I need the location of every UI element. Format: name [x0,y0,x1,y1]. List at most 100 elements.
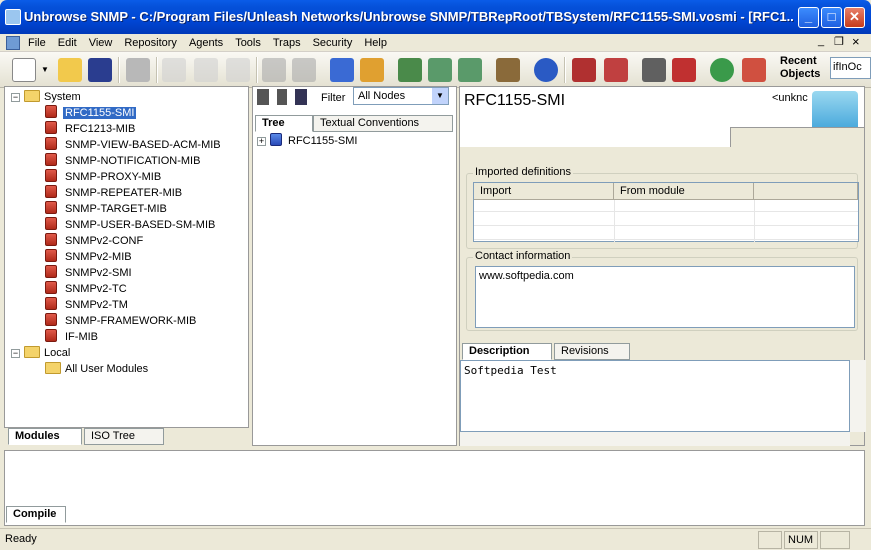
mib-icon [45,185,57,198]
toolbar: ▼ [0,52,871,88]
menu-file[interactable]: File [22,34,52,52]
document-icon[interactable] [6,36,20,50]
mib-icon [45,281,57,294]
tree-node-module[interactable]: SNMP-FRAMEWORK-MIB [45,313,198,329]
mib-icon [45,233,57,246]
tree-node-module[interactable]: RFC1155-SMI [45,105,137,121]
filter-icon[interactable] [295,89,307,105]
tab-description[interactable]: Description [462,343,552,360]
module-title: RFC1155-SMI [464,92,566,109]
tab-iso-tree[interactable]: ISO Tree [84,428,164,445]
tree-node-module[interactable]: SNMP-USER-BASED-SM-MIB [45,217,217,233]
tree-node-module[interactable]: SNMP-REPEATER-MIB [45,185,184,201]
tree-node-module[interactable]: SNMPv2-TC [45,281,129,297]
tree-node-module[interactable]: RFC1213-MIB [45,121,137,137]
mib-icon [45,121,57,134]
minimize-button[interactable]: _ [798,7,819,28]
menu-view[interactable]: View [83,34,119,52]
undo-icon[interactable] [262,58,286,82]
module-icon[interactable] [330,58,354,82]
contact-information-field[interactable]: www.softpedia.com [475,266,855,328]
print-icon[interactable] [126,58,150,82]
mdi-restore-button[interactable]: ❐ [834,35,844,48]
app-icon[interactable] [5,9,21,25]
cut-icon[interactable] [162,58,186,82]
mdi-close-button[interactable]: × [852,34,860,49]
folder-icon [45,362,61,374]
help-icon[interactable] [534,58,558,82]
tree-node-module[interactable]: SNMP-TARGET-MIB [45,201,169,217]
record-icon[interactable] [642,58,666,82]
mib-icon [45,329,57,342]
tree-node-module[interactable]: SNMP-VIEW-BASED-ACM-MIB [45,137,223,153]
tree-node-system[interactable]: − System [11,89,81,105]
tree-node-module[interactable]: SNMP-NOTIFICATION-MIB [45,153,202,169]
menu-traps[interactable]: Traps [267,34,307,52]
menu-repository[interactable]: Repository [118,34,183,52]
monitor-alert-icon[interactable] [572,58,596,82]
compile-icon[interactable] [360,58,384,82]
tree-node-module[interactable]: SNMP-PROXY-MIB [45,169,163,185]
network-search-icon[interactable] [458,58,482,82]
contact-information-group: Contact information www.softpedia.com [466,250,858,331]
tab-modules[interactable]: Modules [8,428,82,445]
column-from-module[interactable]: From module [614,183,754,200]
open-folder-icon[interactable] [58,58,82,82]
menu-security[interactable]: Security [307,34,359,52]
security-icon[interactable] [742,58,766,82]
new-file-icon[interactable] [12,58,36,82]
maximize-button[interactable]: □ [821,7,842,28]
redo-icon[interactable] [292,58,316,82]
flat-view-icon[interactable] [277,89,287,105]
user-icon[interactable] [710,58,734,82]
tree-node-module[interactable]: IF-MIB [45,329,100,345]
description-field[interactable]: Softpedia Test [460,360,850,432]
filter-select[interactable]: All Nodes ▼ [353,87,449,105]
hammer-icon[interactable] [496,58,520,82]
tree-view-icon[interactable] [257,89,269,105]
recent-objects-input[interactable]: ifInOc [830,57,871,79]
status-bar: Ready NUM [0,528,871,550]
tree-node-module[interactable]: SNMPv2-CONF [45,233,145,249]
tree-node-local[interactable]: − Local [11,345,70,361]
collapse-icon[interactable]: − [11,93,20,102]
tab-compile[interactable]: Compile [6,506,66,523]
new-dropdown-icon[interactable]: ▼ [40,58,50,82]
tab-revisions[interactable]: Revisions [554,343,630,360]
save-icon[interactable] [88,58,112,82]
chevron-down-icon[interactable]: ▼ [432,88,448,104]
tree-node-rfc1155-smi[interactable]: + RFC1155-SMI [257,133,357,149]
mib-icon [45,105,57,118]
menu-help[interactable]: Help [358,34,393,52]
middle-tab-strip: Tree Textual Conventions [253,115,456,133]
expand-icon[interactable]: + [257,137,266,146]
mib-icon [45,137,57,150]
tab-tree[interactable]: Tree [255,115,313,132]
trap-icon[interactable] [604,58,628,82]
menu-agents[interactable]: Agents [183,34,229,52]
description-hscrollbar[interactable] [460,432,850,446]
module-detail-panel: RFC1155-SMI <unknc Imported definitions … [459,86,866,446]
imported-definitions-table[interactable]: Import From module [473,182,859,242]
imported-definitions-group: Imported definitions Import From module [466,166,859,249]
menu-tools[interactable]: Tools [229,34,267,52]
mib-icon [45,153,57,166]
menu-edit[interactable]: Edit [52,34,83,52]
description-tab-strip: Description Revisions [462,343,862,361]
tree-node-module[interactable]: SNMPv2-SMI [45,265,134,281]
collapse-icon[interactable]: − [11,349,20,358]
description-scrollbar[interactable] [850,360,866,432]
mib-icon [45,313,57,326]
network-icon[interactable] [428,58,452,82]
mdi-minimize-button[interactable]: _ [818,35,824,47]
stop-icon[interactable] [672,58,696,82]
agent-icon[interactable] [398,58,422,82]
tree-node-module[interactable]: SNMPv2-TM [45,297,130,313]
column-import[interactable]: Import [474,183,614,200]
tree-node-all-user-modules[interactable]: All User Modules [45,361,148,377]
tab-textual-conventions[interactable]: Textual Conventions [313,115,453,132]
close-button[interactable]: ✕ [844,7,865,28]
tree-node-module[interactable]: SNMPv2-MIB [45,249,134,265]
paste-icon[interactable] [226,58,250,82]
copy-icon[interactable] [194,58,218,82]
